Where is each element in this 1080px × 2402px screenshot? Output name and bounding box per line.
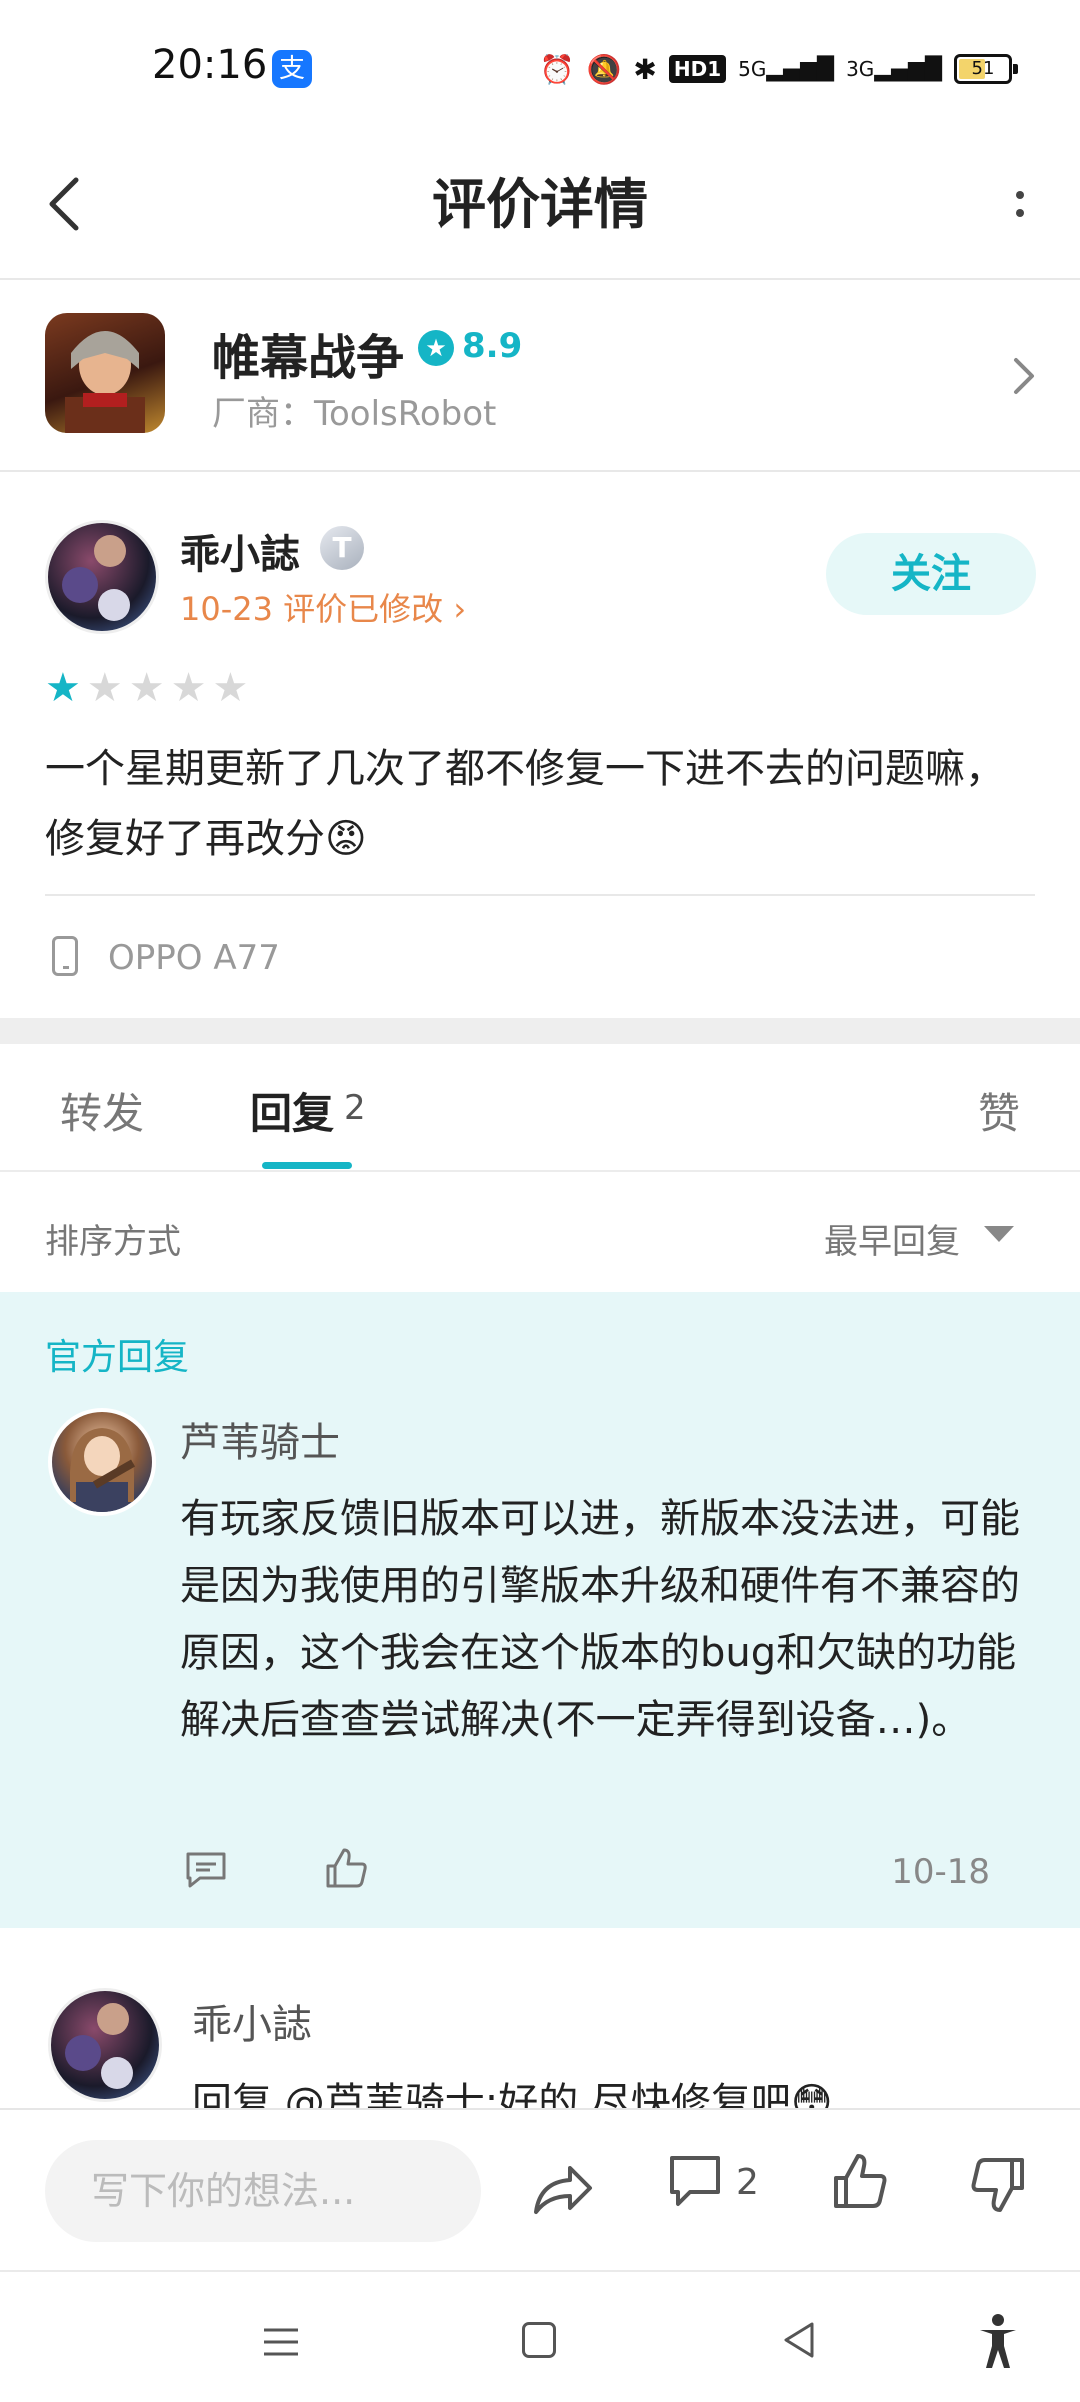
system-nav-bar (0, 2270, 1080, 2402)
star-rating: ★ ★ ★ ★ ★ (45, 668, 248, 708)
more-button[interactable] (1000, 166, 1040, 242)
sort-label: 排序方式 (45, 1222, 181, 1262)
phone-icon (52, 936, 78, 976)
reply-author[interactable]: 乖小誌 (192, 1992, 312, 2050)
title-bar: 评价详情 (0, 130, 1080, 280)
game-vendor: 厂商：ToolsRobot (212, 394, 497, 434)
mute-icon: 🔕 (586, 52, 622, 86)
hd-icon: HD1 (668, 55, 727, 83)
developer-name[interactable]: 芦苇骑士 (180, 1410, 340, 1468)
battery-icon: 51 (954, 54, 1018, 84)
follow-button[interactable]: 关注 (826, 533, 1036, 615)
comment-icon[interactable] (184, 1850, 228, 1888)
accessibility-icon[interactable] (976, 2312, 1020, 2370)
divider (45, 894, 1035, 896)
star-empty-icon: ★ (212, 665, 249, 711)
reviewer-avatar[interactable] (45, 520, 159, 634)
star-empty-icon: ★ (128, 665, 165, 711)
chevron-right-icon: › (443, 590, 467, 628)
status-bar: 20:16 支 ⏰ 🔕 ✱ HD1 5G▂▄▆█ 3G▂▄▆█ 51 (0, 0, 1080, 130)
more-vertical-icon (1016, 191, 1024, 199)
alarm-icon: ⏰ (539, 52, 575, 86)
thumbs-up-icon[interactable] (832, 2152, 888, 2212)
alipay-icon: 支 (272, 50, 312, 88)
5g-signal-icon: 5G▂▄▆█ (738, 56, 835, 82)
section-separator (0, 1018, 1080, 1044)
star-empty-icon: ★ (170, 665, 207, 711)
official-reply-text: 有玩家反馈旧版本可以进，新版本没法进，可能是因为我使用的引擎版本升级和硬件有不兼… (180, 1496, 1020, 1743)
tab-reply[interactable]: 回复 (250, 1080, 334, 1141)
reviewer-name[interactable]: 乖小誌 (180, 522, 300, 580)
rating-star-icon: ★ (418, 330, 454, 366)
review-date-edited: 10-23 评价已修改 (180, 590, 444, 628)
reply-avatar[interactable] (48, 1988, 162, 2102)
level-badge-icon: T (320, 526, 364, 570)
tab-reply-count: 2 (344, 1088, 366, 1128)
device-name: OPPO A77 (108, 938, 280, 978)
star-filled-icon: ★ (45, 665, 81, 711)
review-text: 一个星期更新了几次了都不修复一下进不去的问题嘛，修复好了再改分😡 (45, 746, 1005, 862)
battery-level: 51 (971, 58, 995, 79)
official-reply-label: 官方回复 (45, 1337, 190, 1378)
page-title: 评价详情 (432, 173, 648, 236)
star-empty-icon: ★ (86, 665, 123, 711)
back-triangle-icon[interactable] (780, 2320, 820, 2360)
comment-input[interactable] (45, 2140, 481, 2242)
status-icons: ⏰ 🔕 ✱ HD1 5G▂▄▆█ 3G▂▄▆█ 51 (539, 48, 1018, 90)
review-meta[interactable]: 10-23 评价已修改 › (180, 584, 466, 630)
status-time: 20:16 (152, 42, 268, 88)
share-icon[interactable] (530, 2158, 596, 2218)
tab-indicator (262, 1162, 352, 1169)
thumbs-down-icon[interactable] (970, 2154, 1026, 2214)
home-icon[interactable] (522, 2322, 556, 2358)
game-rating: 8.9 (462, 326, 523, 366)
game-card[interactable]: 帷幕战争 ★ 8.9 厂商：ToolsRobot (0, 280, 1080, 472)
tab-like[interactable]: 赞 (978, 1080, 1020, 1141)
menu-icon[interactable] (262, 2324, 300, 2360)
thumbs-up-icon[interactable] (324, 1846, 368, 1890)
bluetooth-icon: ✱ (633, 52, 657, 86)
game-icon (45, 313, 165, 433)
developer-avatar[interactable] (48, 1408, 156, 1516)
3g-signal-icon: 3G▂▄▆█ (846, 56, 942, 82)
game-name: 帷幕战争 (212, 330, 405, 386)
comment-count: 2 (736, 2162, 759, 2203)
reply-date: 10-18 (891, 1852, 990, 1892)
divider (0, 1170, 1080, 1172)
comment-icon[interactable] (668, 2154, 722, 2210)
chevron-right-icon (1014, 358, 1034, 394)
caret-down-icon[interactable] (984, 1226, 1014, 1242)
tab-repost[interactable]: 转发 (60, 1080, 144, 1141)
sort-dropdown[interactable]: 最早回复 (824, 1214, 960, 1263)
action-bar: 2 (0, 2108, 1080, 2272)
